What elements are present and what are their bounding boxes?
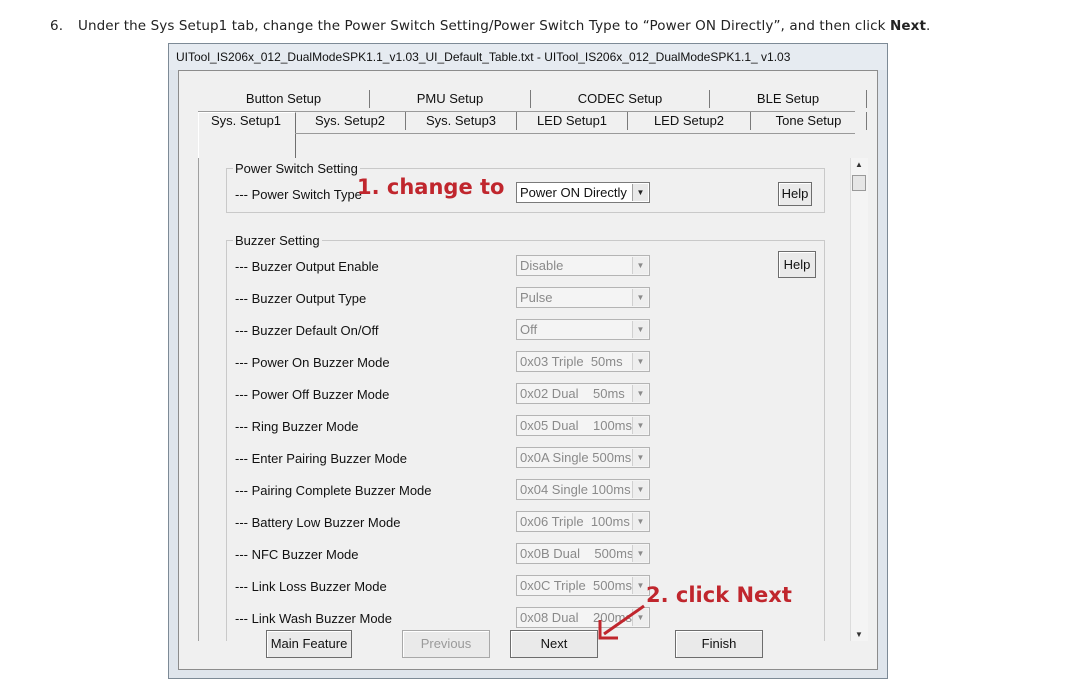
tab-ble-setup[interactable]: BLE Setup: [710, 88, 866, 110]
power-switch-group: Power Switch Setting --- Power Switch Ty…: [226, 161, 825, 213]
window-client: Button Setup PMU Setup CODEC Setup BLE S…: [178, 70, 878, 670]
next-button[interactable]: Next: [510, 630, 598, 658]
window-title: UITool_IS206x_012_DualModeSPK1.1_v1.03_U…: [169, 44, 887, 70]
buzzer-row-label: --- NFC Buzzer Mode: [235, 547, 359, 562]
power-switch-type-select[interactable]: Power ON Directly ▼: [516, 182, 650, 203]
tab-sys-setup1[interactable]: Sys. Setup1: [198, 110, 294, 132]
chevron-down-icon[interactable]: ▼: [632, 385, 648, 402]
buzzer-row-select[interactable]: 0x05 Dual 100ms ▼: [516, 415, 650, 436]
chevron-down-icon[interactable]: ▼: [632, 257, 648, 274]
buzzer-row-value: Pulse: [520, 290, 553, 305]
buzzer-row-select[interactable]: 0x0B Dual 500ms ▼: [516, 543, 650, 564]
scroll-down-arrow-icon[interactable]: ▼: [855, 630, 863, 639]
instruction-body: Under the Sys Setup1 tab, change the Pow…: [78, 18, 890, 34]
arrow-shaft: [603, 604, 645, 636]
buzzer-row-value: 0x0C Triple 500ms: [520, 578, 632, 593]
buzzer-row-label: --- Power Off Buzzer Mode: [235, 387, 390, 402]
buzzer-row-label: --- Battery Low Buzzer Mode: [235, 515, 401, 530]
chevron-down-icon[interactable]: ▼: [632, 545, 648, 562]
buzzer-group: Buzzer Setting Help --- Buzzer Output En…: [226, 233, 825, 641]
panel-scrollbar[interactable]: ▲ ▼: [850, 158, 868, 641]
buzzer-row-label: --- Ring Buzzer Mode: [235, 419, 359, 434]
instruction-end: .: [926, 18, 931, 34]
buzzer-row-label: --- Enter Pairing Buzzer Mode: [235, 451, 407, 466]
buzzer-row-label: --- Power On Buzzer Mode: [235, 355, 390, 370]
instruction-bold: Next: [889, 18, 926, 34]
main-feature-button[interactable]: Main Feature: [266, 630, 352, 658]
buzzer-row-select[interactable]: Off ▼: [516, 319, 650, 340]
buzzer-help-button[interactable]: Help: [778, 251, 816, 278]
buzzer-row-select[interactable]: Pulse ▼: [516, 287, 650, 308]
buzzer-row-label: --- Buzzer Default On/Off: [235, 323, 379, 338]
buzzer-row-select[interactable]: 0x06 Triple 100ms ▼: [516, 511, 650, 532]
buzzer-row-value: 0x0B Dual 500ms: [520, 546, 634, 561]
annotation-step2: 2. click Next: [646, 583, 792, 607]
chevron-down-icon[interactable]: ▼: [632, 353, 648, 370]
buzzer-row-label: --- Link Loss Buzzer Mode: [235, 579, 387, 594]
buzzer-row-value: 0x0A Single 500ms: [520, 450, 632, 465]
buzzer-row-value: 0x04 Single 100ms: [520, 482, 631, 497]
buzzer-row-value: Disable: [520, 258, 564, 273]
tab-sys-setup3[interactable]: Sys. Setup3: [406, 110, 516, 132]
settings-panel: Power Switch Setting --- Power Switch Ty…: [198, 158, 852, 641]
buzzer-row-value: Off: [520, 322, 538, 337]
finish-button[interactable]: Finish: [675, 630, 763, 658]
chevron-down-icon[interactable]: ▼: [632, 321, 648, 338]
power-switch-type-value: Power ON Directly: [520, 185, 627, 200]
previous-button[interactable]: Previous: [402, 630, 490, 658]
buzzer-row-label: --- Pairing Complete Buzzer Mode: [235, 483, 432, 498]
buzzer-row-label: --- Link Wash Buzzer Mode: [235, 611, 393, 626]
buzzer-row-select[interactable]: 0x0A Single 500ms ▼: [516, 447, 650, 468]
annotation-arrow: [598, 604, 645, 640]
buzzer-row-value: 0x05 Dual 100ms: [520, 418, 633, 433]
buzzer-row-value: 0x06 Triple 100ms: [520, 514, 630, 529]
buzzer-row-label: --- Buzzer Output Enable: [235, 259, 379, 274]
chevron-down-icon[interactable]: ▼: [632, 289, 648, 306]
chevron-down-icon[interactable]: ▼: [632, 513, 648, 530]
chevron-down-icon[interactable]: ▼: [632, 481, 648, 498]
scroll-thumb[interactable]: [852, 175, 866, 191]
power-switch-type-label: --- Power Switch Type: [235, 187, 362, 202]
chevron-down-icon[interactable]: ▼: [632, 449, 648, 466]
tab-sys-setup2[interactable]: Sys. Setup2: [295, 110, 405, 132]
buzzer-row-select[interactable]: 0x04 Single 100ms ▼: [516, 479, 650, 500]
buzzer-row-value: 0x03 Triple 50ms: [520, 354, 623, 369]
power-switch-group-title: Power Switch Setting: [233, 161, 360, 176]
scroll-up-arrow-icon[interactable]: ▲: [855, 160, 863, 169]
instruction-text: 6. Under the Sys Setup1 tab, change the P…: [50, 18, 930, 34]
tab-codec-setup[interactable]: CODEC Setup: [531, 88, 709, 110]
buzzer-group-title: Buzzer Setting: [233, 233, 322, 248]
chevron-down-icon[interactable]: ▼: [632, 184, 648, 201]
buzzer-row-label: --- Buzzer Output Type: [235, 291, 367, 306]
buzzer-row-select[interactable]: 0x0C Triple 500ms ▼: [516, 575, 650, 596]
tab-tone-setup[interactable]: Tone Setup: [751, 110, 866, 132]
tab-led-setup2[interactable]: LED Setup2: [628, 110, 750, 132]
power-switch-help-button[interactable]: Help: [778, 182, 812, 206]
step-number: 6.: [50, 18, 64, 34]
annotation-step1: 1. change to: [357, 175, 505, 199]
buzzer-row-value: 0x02 Dual 50ms: [520, 386, 625, 401]
tab-row-back: Button Setup PMU Setup CODEC Setup BLE S…: [198, 88, 867, 110]
buzzer-row-select[interactable]: 0x02 Dual 50ms ▼: [516, 383, 650, 404]
chevron-down-icon[interactable]: ▼: [632, 417, 648, 434]
buzzer-row-select[interactable]: 0x03 Triple 50ms ▼: [516, 351, 650, 372]
tab-row-front: Sys. Setup1 Sys. Setup2 Sys. Setup3 LED …: [198, 110, 867, 132]
tab-pmu-setup[interactable]: PMU Setup: [370, 88, 530, 110]
buzzer-row-select[interactable]: Disable ▼: [516, 255, 650, 276]
tab-button-setup[interactable]: Button Setup: [198, 88, 369, 110]
tab-led-setup1[interactable]: LED Setup1: [517, 110, 627, 132]
